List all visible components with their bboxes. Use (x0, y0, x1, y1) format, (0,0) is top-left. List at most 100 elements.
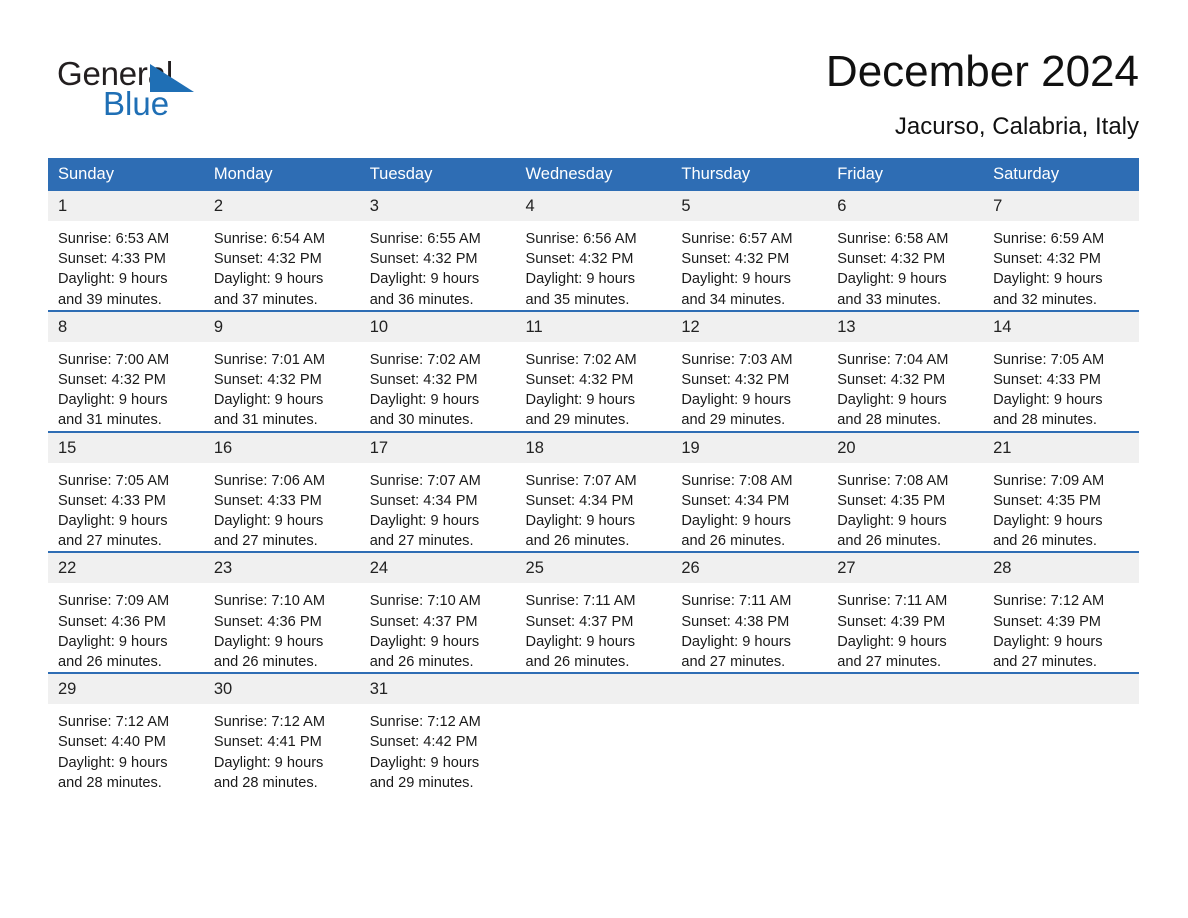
calendar-day-cell[interactable]: 8 Sunrise: 7:00 AM Sunset: 4:32 PM Dayli… (48, 309, 204, 432)
calendar-day-cell-empty (983, 672, 1139, 794)
daylight-text-line2: and 26 minutes. (525, 533, 630, 550)
day-number: 12 (671, 311, 828, 342)
calendar-day-cell[interactable]: 9 Sunrise: 7:01 AM Sunset: 4:32 PM Dayli… (203, 309, 360, 432)
calendar-day-cell[interactable]: 28 Sunrise: 7:12 AM Sunset: 4:39 PM Dayl… (983, 551, 1139, 674)
sunrise-text: Sunrise: 7:08 AM (681, 472, 793, 489)
daylight-text-line1: Daylight: 9 hours (993, 271, 1103, 288)
calendar-day-cell[interactable]: 16 Sunrise: 7:06 AM Sunset: 4:33 PM Dayl… (203, 430, 360, 553)
calendar-day-cell[interactable]: 31 Sunrise: 7:12 AM Sunset: 4:42 PM Dayl… (359, 672, 516, 794)
daylight-text-line2: and 27 minutes. (369, 533, 474, 550)
weekday-header-tuesday: Tuesday (359, 158, 516, 191)
day-details: Sunrise: 6:58 AM Sunset: 4:32 PM Dayligh… (827, 221, 983, 310)
day-details: Sunrise: 6:54 AM Sunset: 4:32 PM Dayligh… (204, 221, 360, 310)
sunrise-text: Sunrise: 7:10 AM (213, 593, 325, 610)
calendar-day-cell[interactable]: 12 Sunrise: 7:03 AM Sunset: 4:32 PM Dayl… (671, 309, 828, 432)
day-details: Sunrise: 7:09 AM Sunset: 4:36 PM Dayligh… (48, 583, 204, 672)
daylight-text-line2: and 34 minutes. (681, 291, 786, 308)
daylight-text-line1: Daylight: 9 hours (525, 392, 636, 409)
daylight-text-line1: Daylight: 9 hours (369, 271, 480, 288)
calendar-day-cell[interactable]: 5 Sunrise: 6:57 AM Sunset: 4:32 PM Dayli… (671, 191, 828, 311)
daylight-text-line1: Daylight: 9 hours (837, 271, 947, 288)
calendar-day-cell[interactable]: 1 Sunrise: 6:53 AM Sunset: 4:33 PM Dayli… (48, 191, 204, 311)
calendar-container: Sunday Monday Tuesday Wednesday Thursday… (48, 158, 1139, 794)
calendar-day-cell[interactable]: 17 Sunrise: 7:07 AM Sunset: 4:34 PM Dayl… (359, 430, 516, 553)
sunrise-text: Sunrise: 7:01 AM (213, 351, 325, 368)
daylight-text-line2: and 33 minutes. (837, 291, 942, 308)
sunrise-text: Sunrise: 7:09 AM (993, 472, 1105, 489)
calendar-day-cell[interactable]: 29 Sunrise: 7:12 AM Sunset: 4:40 PM Dayl… (48, 672, 204, 794)
day-details: Sunrise: 7:01 AM Sunset: 4:32 PM Dayligh… (204, 342, 360, 431)
sunrise-text: Sunrise: 7:11 AM (837, 593, 948, 610)
sunset-text: Sunset: 4:33 PM (993, 372, 1101, 389)
daylight-text-line2: and 26 minutes. (837, 533, 942, 550)
daylight-text-line2: and 26 minutes. (525, 654, 630, 671)
calendar-day-cell[interactable]: 19 Sunrise: 7:08 AM Sunset: 4:34 PM Dayl… (671, 430, 828, 553)
calendar-day-cell[interactable]: 14 Sunrise: 7:05 AM Sunset: 4:33 PM Dayl… (983, 309, 1139, 432)
day-number: 9 (203, 311, 360, 342)
calendar-day-cell[interactable]: 15 Sunrise: 7:05 AM Sunset: 4:33 PM Dayl… (48, 430, 204, 553)
calendar-day-cell[interactable]: 7 Sunrise: 6:59 AM Sunset: 4:32 PM Dayli… (983, 191, 1139, 311)
sunrise-text: Sunrise: 7:08 AM (837, 472, 949, 489)
daylight-text-line2: and 27 minutes. (213, 533, 318, 550)
calendar-day-cell[interactable]: 27 Sunrise: 7:11 AM Sunset: 4:39 PM Dayl… (827, 551, 984, 674)
sunrise-text: Sunrise: 6:57 AM (681, 231, 793, 247)
weekday-header-wednesday: Wednesday (515, 158, 672, 191)
day-details: Sunrise: 7:02 AM Sunset: 4:32 PM Dayligh… (516, 342, 672, 431)
calendar-day-cell[interactable]: 26 Sunrise: 7:11 AM Sunset: 4:38 PM Dayl… (671, 551, 828, 674)
day-details: Sunrise: 7:11 AM Sunset: 4:38 PM Dayligh… (671, 583, 827, 672)
day-number: 28 (983, 553, 1139, 584)
calendar-day-cell[interactable]: 13 Sunrise: 7:04 AM Sunset: 4:32 PM Dayl… (827, 309, 984, 432)
sunset-text: Sunset: 4:32 PM (369, 372, 478, 389)
sunrise-text: Sunrise: 7:11 AM (525, 593, 636, 610)
calendar-week-row: 1 Sunrise: 6:53 AM Sunset: 4:33 PM Dayli… (48, 191, 1139, 311)
day-details: Sunrise: 6:56 AM Sunset: 4:32 PM Dayligh… (516, 221, 672, 310)
sunrise-text: Sunrise: 7:00 AM (58, 351, 170, 368)
general-blue-logo[interactable]: General Blue (57, 55, 217, 125)
calendar-day-cell-empty (671, 672, 828, 794)
daylight-text-line2: and 29 minutes. (681, 412, 786, 429)
day-details: Sunrise: 6:57 AM Sunset: 4:32 PM Dayligh… (671, 221, 827, 310)
day-details: Sunrise: 7:12 AM Sunset: 4:41 PM Dayligh… (204, 704, 360, 793)
calendar-day-cell[interactable]: 11 Sunrise: 7:02 AM Sunset: 4:32 PM Dayl… (515, 309, 672, 432)
daylight-text-line1: Daylight: 9 hours (681, 633, 791, 650)
sunset-text: Sunset: 4:34 PM (369, 492, 478, 509)
calendar-day-cell[interactable]: 25 Sunrise: 7:11 AM Sunset: 4:37 PM Dayl… (515, 551, 672, 674)
calendar-week-row: 22 Sunrise: 7:09 AM Sunset: 4:36 PM Dayl… (48, 551, 1139, 674)
weekday-header-friday: Friday (827, 158, 984, 191)
calendar-day-cell[interactable]: 20 Sunrise: 7:08 AM Sunset: 4:35 PM Dayl… (827, 430, 984, 553)
sunset-text: Sunset: 4:32 PM (993, 251, 1101, 268)
day-number: 14 (983, 311, 1139, 342)
calendar-day-cell[interactable]: 10 Sunrise: 7:02 AM Sunset: 4:32 PM Dayl… (359, 309, 516, 432)
page-header: General Blue December 2024 Jacurso, Cala… (0, 0, 1188, 155)
calendar-day-cell[interactable]: 24 Sunrise: 7:10 AM Sunset: 4:37 PM Dayl… (359, 551, 516, 674)
calendar-day-cell[interactable]: 2 Sunrise: 6:54 AM Sunset: 4:32 PM Dayli… (203, 191, 360, 311)
daylight-text-line2: and 26 minutes. (58, 654, 162, 671)
day-details: Sunrise: 7:11 AM Sunset: 4:37 PM Dayligh… (516, 583, 672, 672)
calendar-day-cell[interactable]: 21 Sunrise: 7:09 AM Sunset: 4:35 PM Dayl… (983, 430, 1139, 553)
day-details: Sunrise: 7:12 AM Sunset: 4:40 PM Dayligh… (48, 704, 204, 793)
calendar-day-cell[interactable]: 18 Sunrise: 7:07 AM Sunset: 4:34 PM Dayl… (515, 430, 672, 553)
sunset-text: Sunset: 4:37 PM (525, 613, 634, 630)
daylight-text-line2: and 27 minutes. (993, 654, 1097, 671)
calendar-table: Sunday Monday Tuesday Wednesday Thursday… (48, 158, 1139, 794)
daylight-text-line1: Daylight: 9 hours (525, 633, 636, 650)
calendar-day-cell[interactable]: 22 Sunrise: 7:09 AM Sunset: 4:36 PM Dayl… (48, 551, 204, 674)
day-details: Sunrise: 7:03 AM Sunset: 4:32 PM Dayligh… (671, 342, 827, 431)
calendar-day-cell[interactable]: 23 Sunrise: 7:10 AM Sunset: 4:36 PM Dayl… (203, 551, 360, 674)
day-number: 26 (671, 553, 828, 584)
daylight-text-line1: Daylight: 9 hours (213, 754, 324, 771)
calendar-day-cell[interactable]: 3 Sunrise: 6:55 AM Sunset: 4:32 PM Dayli… (359, 191, 516, 311)
sunrise-text: Sunrise: 7:05 AM (58, 472, 170, 489)
daylight-text-line2: and 28 minutes. (993, 412, 1097, 429)
calendar-day-cell[interactable]: 6 Sunrise: 6:58 AM Sunset: 4:32 PM Dayli… (827, 191, 984, 311)
calendar-day-cell[interactable]: 30 Sunrise: 7:12 AM Sunset: 4:41 PM Dayl… (203, 672, 360, 794)
daylight-text-line2: and 27 minutes. (681, 654, 786, 671)
sunset-text: Sunset: 4:35 PM (993, 492, 1101, 509)
daylight-text-line1: Daylight: 9 hours (213, 271, 324, 288)
calendar-day-cell[interactable]: 4 Sunrise: 6:56 AM Sunset: 4:32 PM Dayli… (515, 191, 672, 311)
day-number: 17 (359, 432, 516, 463)
daylight-text-line2: and 28 minutes. (58, 774, 162, 791)
sunset-text: Sunset: 4:32 PM (837, 372, 946, 389)
day-number: 4 (515, 191, 672, 221)
daylight-text-line2: and 28 minutes. (213, 774, 318, 791)
